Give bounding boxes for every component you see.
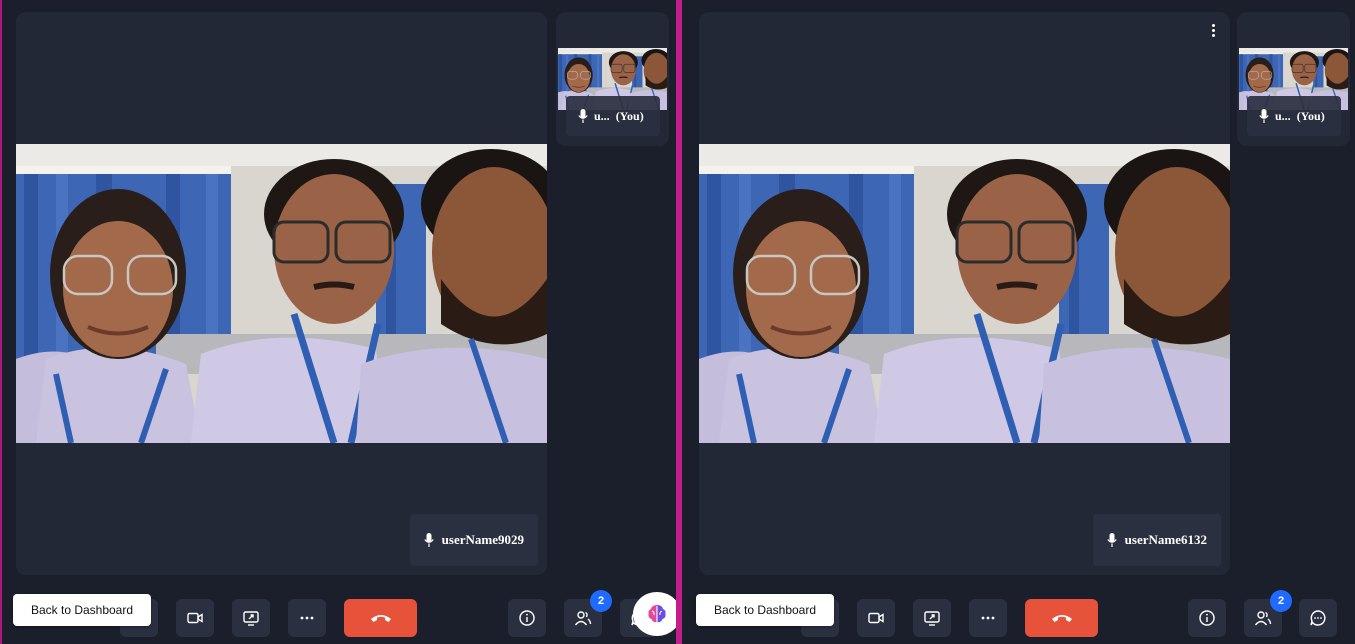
ai-assistant-button[interactable] [633,592,676,636]
back-to-dashboard-button[interactable]: Back to Dashboard [696,594,834,626]
main-video-tile[interactable]: userName9029 [16,12,547,575]
participant-name-tag: userName9029 [409,514,538,566]
call-toolbar: 2 Back to Dashboard [682,590,1355,644]
end-call-icon [370,615,391,622]
participants-count-badge: 2 [590,590,612,612]
screen-share-icon [243,611,259,626]
main-video-tile[interactable]: userName6132 [699,12,1230,575]
info-button[interactable] [1188,599,1226,637]
self-name-tag: u... (You) [566,96,660,136]
mic-icon [1259,109,1269,123]
participants-button[interactable]: 2 [564,590,612,637]
self-name: u... [594,108,610,123]
end-call-icon [1051,615,1072,622]
main-video-feed [16,144,547,443]
call-toolbar: 2 Back to Dashboard [2,590,676,644]
back-to-dashboard-button[interactable]: Back to Dashboard [13,594,151,626]
self-you-label: (You) [615,108,644,123]
self-you-label: (You) [1296,108,1325,123]
participant-name-tag: userName6132 [1092,514,1221,566]
info-icon [519,610,535,626]
camera-icon [868,612,884,624]
chat-button[interactable] [1299,599,1337,637]
participants-icon [574,611,592,626]
ai-brain-icon [648,605,666,623]
mic-icon [578,109,588,123]
end-call-button[interactable] [344,599,417,637]
info-button[interactable] [508,599,546,637]
participant-name: userName9029 [441,532,524,547]
meeting-window-left: userName9029 u... (You) 2 Back to Dashbo… [0,0,676,644]
screen-share-icon [924,611,940,626]
participants-icon [1254,611,1272,626]
participants-button[interactable]: 2 [1244,590,1292,637]
more-options-button[interactable] [288,599,326,637]
self-video-tile[interactable]: u... (You) [556,12,669,146]
more-icon [300,616,314,620]
more-options-button[interactable] [969,599,1007,637]
more-icon [981,616,995,620]
chat-icon [1310,610,1326,626]
mic-icon [1106,533,1117,547]
camera-button[interactable] [176,599,214,637]
tile-options-kebab-icon[interactable] [1206,20,1220,40]
end-call-button[interactable] [1025,599,1098,637]
meeting-window-right: userName6132 u... (You) 2 Back to Dashbo… [682,0,1355,644]
info-icon [1199,610,1215,626]
video-frame [16,144,547,443]
main-video-feed [699,144,1230,443]
video-frame [699,144,1230,443]
self-video-tile[interactable]: u... (You) [1237,12,1350,146]
camera-button[interactable] [857,599,895,637]
participant-name: userName6132 [1124,532,1207,547]
mic-icon [423,533,434,547]
screen-share-button[interactable] [232,599,270,637]
participants-count-badge: 2 [1270,590,1292,612]
screen-share-button[interactable] [913,599,951,637]
camera-icon [187,612,203,624]
self-name-tag: u... (You) [1247,96,1341,136]
self-name: u... [1275,108,1291,123]
